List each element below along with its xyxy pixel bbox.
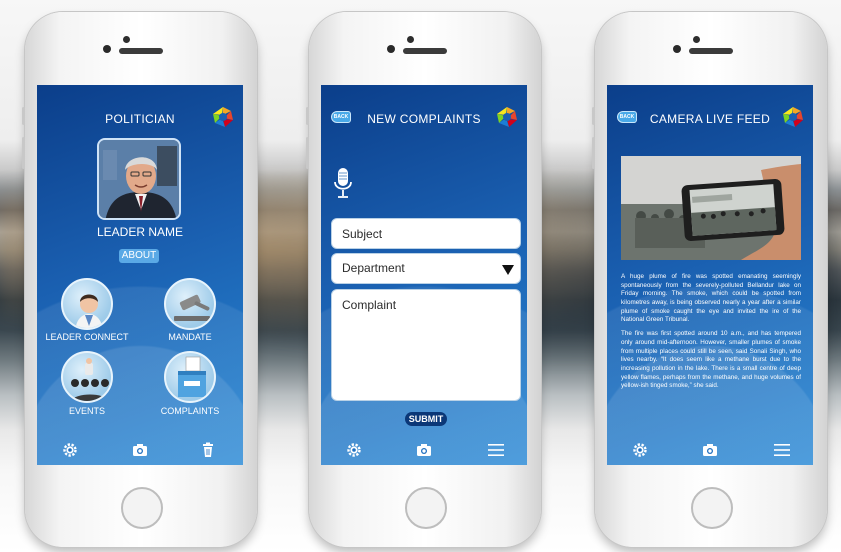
complaints-screen: BACK NEW COMPLAINTS Subject Department C…: [321, 85, 527, 465]
gear-icon[interactable]: [345, 441, 363, 459]
camera-icon[interactable]: [131, 441, 149, 459]
bottom-toolbar: [321, 435, 527, 465]
leader-connect-button[interactable]: [61, 278, 113, 330]
menu-icon[interactable]: [487, 441, 505, 459]
camera-icon[interactable]: [701, 441, 719, 459]
politician-screen: POLITICIAN LEADER NAME ABOUT LEADER CONN…: [37, 85, 243, 465]
microphone-icon[interactable]: [333, 167, 353, 199]
tile-label-complaints: COMPLAINTS: [160, 406, 220, 416]
ballot-box-icon: [178, 356, 206, 397]
bottom-toolbar: [37, 435, 243, 465]
live-feed-image[interactable]: [621, 156, 801, 260]
person-icon: [75, 294, 103, 328]
article-paragraph: The fire was first spotted around 10 a.m…: [621, 330, 801, 390]
leader-name: LEADER NAME: [96, 225, 184, 239]
tile-label-mandate: MANDATE: [168, 332, 212, 342]
tile-label-events: EVENTS: [68, 406, 105, 416]
audience-icon: [70, 358, 110, 401]
submit-button[interactable]: SUBMIT: [405, 412, 447, 426]
phone-camera-feed: BACK CAMERA LIVE FEED A huge plume of fi…: [592, 12, 827, 547]
menu-icon[interactable]: [773, 441, 791, 459]
about-button[interactable]: ABOUT: [119, 249, 159, 263]
complaints-button[interactable]: [164, 351, 216, 403]
leader-photo: [97, 138, 181, 220]
app-logo-icon: [213, 107, 233, 127]
camera-icon[interactable]: [415, 441, 433, 459]
department-value: Department: [342, 261, 405, 275]
trash-icon[interactable]: [199, 441, 217, 459]
home-button[interactable]: [121, 487, 163, 529]
subject-field[interactable]: Subject: [331, 218, 521, 249]
home-button[interactable]: [691, 487, 733, 529]
phone-complaints: BACK NEW COMPLAINTS Subject Department C…: [306, 12, 541, 547]
tile-label-leader-connect: LEADER CONNECT: [45, 332, 129, 342]
news-article: A huge plume of fire was spotted emanati…: [621, 273, 801, 396]
app-logo-icon: [783, 107, 803, 127]
gavel-icon: [174, 294, 210, 321]
department-select[interactable]: Department: [331, 253, 521, 284]
camera-feed-screen: BACK CAMERA LIVE FEED A huge plume of fi…: [607, 85, 813, 465]
gear-icon[interactable]: [631, 441, 649, 459]
bottom-toolbar: [607, 435, 813, 465]
phone-politician: POLITICIAN LEADER NAME ABOUT LEADER CONN…: [22, 12, 257, 547]
events-button[interactable]: [61, 351, 113, 403]
mandate-button[interactable]: [164, 278, 216, 330]
article-paragraph: A huge plume of fire was spotted emanati…: [621, 273, 801, 324]
app-logo-icon: [497, 107, 517, 127]
gear-icon[interactable]: [61, 441, 79, 459]
dropdown-arrow-icon: [502, 265, 514, 275]
complaint-textarea[interactable]: Complaint: [331, 289, 521, 401]
home-button[interactable]: [405, 487, 447, 529]
